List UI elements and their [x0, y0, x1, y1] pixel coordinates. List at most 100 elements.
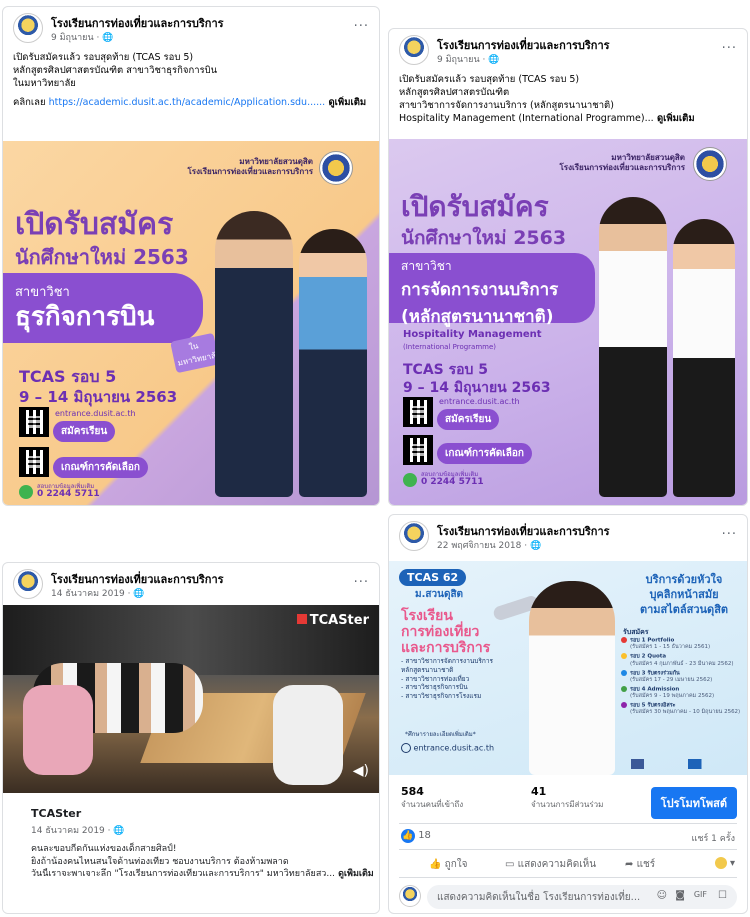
poster-aviation[interactable]: มหาวิทยาลัยสวนดุสิต โรงเรียนการท่องเที่ย…: [3, 141, 379, 505]
more-options-icon[interactable]: ...: [722, 523, 737, 538]
post-header: โรงเรียนการท่องเที่ยวและการบริการ 9 มิถุ…: [389, 29, 747, 73]
page-avatar[interactable]: [13, 13, 43, 43]
gif-icon[interactable]: GIF: [694, 890, 707, 899]
post-header: โรงเรียนการท่องเที่ยวและการบริการ 14 ธัน…: [3, 563, 379, 607]
chevron-down-icon: ▾: [729, 858, 735, 869]
badge-text: TCAS 62: [407, 571, 459, 584]
post-line: ในมหาวิทยาลัย: [13, 78, 76, 90]
post-date[interactable]: 9 มิถุนายน · 🌐: [437, 52, 499, 66]
round-item: รอบ 1 Portfolio (รับสมัคร 1 - 15 ธันวาคม …: [621, 637, 747, 651]
card-date: 14 ธันวาคม 2019 · 🌐: [31, 826, 125, 836]
post-date[interactable]: 9 มิถุนายน · 🌐: [51, 30, 113, 44]
qr-code-icon: [403, 397, 433, 427]
page-avatar[interactable]: [13, 569, 43, 599]
reactions-row[interactable]: 👍 18: [401, 829, 431, 843]
phone-icon: [403, 473, 417, 487]
camera-icon[interactable]: ◙: [675, 890, 685, 901]
qr-code-icon: [19, 407, 49, 437]
page-avatar[interactable]: [399, 35, 429, 65]
round-name: รอบ 1 Portfolio: [630, 637, 675, 644]
post-line: เปิดรับสมัครแล้ว รอบสุดท้าย (TCAS รอบ 5): [13, 52, 194, 63]
see-more-link[interactable]: ดูเพิ่มเติม: [335, 869, 374, 879]
post-date[interactable]: 22 พฤศจิกายน 2018 · 🌐: [437, 538, 541, 552]
divider: [399, 877, 737, 878]
divider: [399, 823, 737, 824]
poster-uni-name: มหาวิทยาลัยสวนดุสิต โรงเรียนการท่องเที่ย…: [560, 153, 686, 174]
video-thumbnail[interactable]: TCASter ◀): [3, 605, 379, 793]
link-card[interactable]: TCASter 14 ธันวาคม 2019 · 🌐 คนละขอบกีดกั…: [3, 793, 379, 913]
poster-hospitality[interactable]: มหาวิทยาลัยสวนดุสิต โรงเรียนการท่องเที่ย…: [389, 139, 747, 505]
round-dot-icon: [621, 637, 627, 643]
reach-stat: 584 จำนวนคนที่เข้าถึง: [401, 785, 463, 811]
poster-subtitle: นักศึกษาใหม่ 2563: [401, 227, 567, 249]
english-major: Hospitality Management: [403, 329, 542, 340]
tcas-dates: 9 – 14 มิถุนายน 2563: [403, 380, 551, 396]
poster-uni-name: มหาวิทยาลัยสวนดุสิต โรงเรียนการท่องเที่ย…: [188, 157, 314, 178]
major-item: - สาขาวิชาการท่องเที่ยว: [401, 674, 470, 683]
volume-icon[interactable]: ◀): [353, 763, 369, 779]
major-prefix: สาขาวิชา: [15, 285, 70, 300]
card-line: ยิงถ้าน้องคนไหนสนใจด้านท่องเที่ยว ชอบงาน…: [31, 856, 289, 867]
post-header: โรงเรียนการท่องเที่ยวและการบริการ 9 มิถุ…: [3, 7, 379, 51]
major-name-1: การจัดการงานบริการ: [401, 280, 559, 300]
post-1: โรงเรียนการท่องเที่ยวและการบริการ 9 มิถุ…: [2, 6, 380, 506]
comment-input[interactable]: แสดงความคิดเห็นในชื่อ โรงเรียนการท่องเที…: [427, 885, 737, 909]
round-dates: (รับสมัคร 9 - 19 พฤษภาคม 2562): [630, 693, 715, 700]
comment-placeholder: แสดงความคิดเห็นในชื่อ โรงเรียนการท่องเที…: [437, 892, 641, 903]
shares-count[interactable]: แชร์ 1 ครั้ง: [692, 831, 735, 845]
round-dates: (รับสมัคร 4 กุมภาพันธ์ - 23 มีนาคม 2562): [630, 660, 734, 667]
post-2: โรงเรียนการท่องเที่ยวและการบริการ 9 มิถุ…: [388, 28, 748, 506]
like-button[interactable]: 👍 ถูกใจ: [429, 857, 468, 872]
male-student-figure: [215, 211, 293, 497]
card-line-last: วันนี้เราจะพาเจาะลึก "โรงเรียนการท่องเที…: [31, 868, 375, 881]
share-icon: ➦: [625, 859, 634, 870]
post-4: โรงเรียนการท่องเที่ยวและการบริการ 22 พฤศ…: [388, 514, 748, 914]
major-item: หลักสูตรนานาชาติ: [401, 665, 454, 674]
details-note: *ศึกษารายละเอียดเพิ่มเติม*: [405, 731, 476, 738]
globe-icon: [401, 743, 411, 753]
card-title[interactable]: TCASter: [31, 807, 81, 820]
more-options-icon[interactable]: ...: [354, 15, 369, 30]
female-student-figure: [673, 219, 735, 497]
comment-icon: ▭: [505, 859, 515, 870]
more-options-icon[interactable]: ...: [722, 37, 737, 52]
badge-sub: ม.สวนดุสิต: [415, 589, 464, 600]
post-text: เปิดรับสมัครแล้ว รอบสุดท้าย (TCAS รอบ 5)…: [3, 51, 379, 109]
share-button[interactable]: ➦ แชร์: [625, 857, 655, 872]
comment-button[interactable]: ▭ แสดงความคิดเห็น: [505, 857, 596, 872]
application-link[interactable]: https://academic.dusit.ac.th/academic/Ap…: [49, 97, 326, 108]
sticker-icon[interactable]: ☐: [718, 890, 727, 901]
major-item: - สาขาวิชาธุรกิจการโรงแรม: [401, 692, 482, 701]
post-line: สาขาวิชาการจัดการงานบริการ (หลักสูตรนานา…: [399, 100, 614, 112]
see-more-link[interactable]: ดูเพิ่มเติม: [325, 97, 367, 108]
reach-number: 584: [401, 785, 424, 798]
audience-selector[interactable]: ▾: [714, 857, 735, 869]
phone-number: 0 2244 5711: [37, 489, 100, 499]
criteria-pill: เกณฑ์การคัดเลือก: [437, 443, 532, 464]
post-header: โรงเรียนการท่องเที่ยวและการบริการ 22 พฤศ…: [389, 515, 747, 559]
see-more-link[interactable]: ดูเพิ่มเติม: [654, 113, 695, 124]
post-line: หลักสูตรศิลปศาสตรบัณฑิต: [399, 87, 510, 99]
post-line: เปิดรับสมัครแล้ว รอบสุดท้าย (TCAS รอบ 5): [399, 74, 580, 85]
post-date[interactable]: 14 ธันวาคม 2019 · 🌐: [51, 586, 145, 600]
apply-pill: สมัครเรียน: [53, 421, 116, 442]
poster-tcas62[interactable]: TCAS 62 ม.สวนดุสิต โรงเรียน การท่องเที่ย…: [389, 561, 747, 775]
majors-list: - สาขาวิชาการจัดการงานบริการ หลักสูตรนาน…: [401, 657, 493, 701]
emoji-icon[interactable]: ☺: [657, 890, 667, 901]
person-left: [23, 685, 93, 775]
major-banner: สาขาวิชา การจัดการงานบริการ (หลักสูตรนาน…: [389, 253, 595, 327]
card-line: คนละขอบกีดกันแห่งของเด็กสายศิลป์!: [31, 844, 177, 854]
commenter-avatar[interactable]: [399, 885, 421, 907]
male-student-figure: [529, 581, 615, 775]
post-line: หลักสูตรศิลปศาสตรบัณฑิต สาขาวิชาธุรกิจกา…: [13, 65, 218, 77]
tcas-badge: TCAS 62: [399, 569, 467, 586]
website-text: entrance.dusit.ac.th: [439, 397, 520, 406]
phone-number: 0 2244 5711: [421, 477, 484, 487]
divider: [399, 849, 737, 850]
like-label: ถูกใจ: [444, 859, 468, 870]
round-name: รอบ 2 Quota: [630, 653, 667, 660]
round-item: รอบ 4 Admission (รับสมัคร 9 - 19 พฤษภาคม …: [621, 685, 747, 700]
more-options-icon[interactable]: ...: [354, 571, 369, 586]
page-avatar[interactable]: [399, 521, 429, 551]
promote-post-button[interactable]: โปรโมทโพสต์: [650, 787, 737, 819]
